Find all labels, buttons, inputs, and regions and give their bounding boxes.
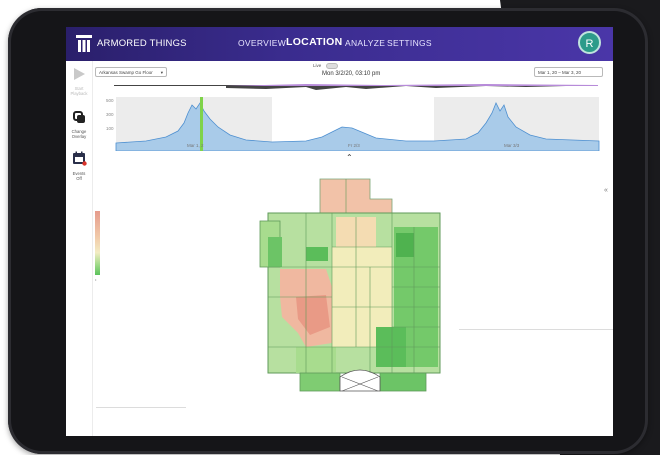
layers-icon (72, 111, 85, 123)
zone-left-green-1 (268, 237, 282, 267)
range-start: Mar 1, 20 (538, 70, 558, 75)
floor-plan-heatmap[interactable] (246, 177, 456, 397)
heat-legend (95, 211, 100, 275)
change-overlay-label-2: Overlay (71, 134, 87, 139)
zone-bottom-right (379, 372, 427, 392)
app-screen: ARMORED THINGS OVERVIEW LOCATION ANALYZE… (66, 27, 613, 436)
user-avatar[interactable]: R (578, 31, 601, 54)
legend-low-marker: • (95, 277, 97, 282)
divider-line (459, 329, 613, 330)
zone-lower-left (296, 347, 336, 373)
layout-select[interactable]: Arkansas Swamp Go Floor ▾ (95, 67, 167, 77)
expand-panel-icon[interactable]: « (604, 187, 608, 194)
divider-line-left (96, 407, 186, 408)
y-tick-300: 300 (106, 112, 114, 117)
chevron-down-icon: ▾ (160, 70, 163, 75)
nav-analyze[interactable]: ANALYZE (345, 38, 385, 48)
y-tick-100: 100 (106, 126, 114, 131)
live-label: Live (313, 63, 322, 69)
date-label-3: Mar 3/3 (504, 143, 520, 148)
date-label-1: Mar 1, 2 (187, 143, 204, 148)
start-playback-label-2: Playback (70, 91, 88, 96)
y-tick-500: 500 (106, 98, 114, 103)
start-playback-button[interactable]: Start Playback (66, 67, 92, 96)
zone-right-dark (396, 233, 414, 257)
collapse-timeline-icon[interactable]: ⌃ (346, 153, 353, 162)
calendar-icon (72, 151, 87, 166)
nav-overview[interactable]: OVERVIEW (238, 38, 286, 48)
nav-settings[interactable]: SETTINGS (387, 38, 432, 48)
occupancy-timeline[interactable]: 500 300 100 (106, 83, 606, 151)
date-range-picker[interactable]: Mar 1, 20 – Mar 3, 20 (534, 67, 603, 77)
live-toggle[interactable] (325, 63, 338, 69)
change-overlay-button[interactable]: Change Overlay (66, 111, 92, 139)
overview-strip-purple (226, 84, 598, 86)
zone-top-wing[interactable] (319, 178, 393, 214)
zone-bottom-lobby[interactable] (339, 369, 381, 392)
events-toggle-button[interactable]: Events Off (66, 151, 92, 181)
nav-location[interactable]: LOCATION (286, 36, 342, 48)
range-end: Mar 3, 20 (562, 70, 582, 75)
zone-left-green-2 (306, 247, 328, 261)
top-nav-bar: ARMORED THINGS OVERVIEW LOCATION ANALYZE… (66, 27, 613, 61)
left-sidebar: Start Playback Change Overlay Events Off (66, 61, 93, 436)
brand-name: ARMORED THINGS (97, 38, 187, 49)
current-timestamp: Mon 3/2/20, 03:10 pm (322, 71, 381, 77)
date-label-2: Fr 2/3 (348, 143, 360, 148)
armored-things-logo-icon (76, 35, 92, 52)
zone-bottom-left (299, 372, 341, 392)
layout-select-value: Arkansas Swamp Go Floor (99, 70, 153, 75)
play-icon (74, 68, 85, 80)
events-label-2: Off (76, 176, 82, 181)
live-toggle-row: Live (313, 63, 338, 69)
